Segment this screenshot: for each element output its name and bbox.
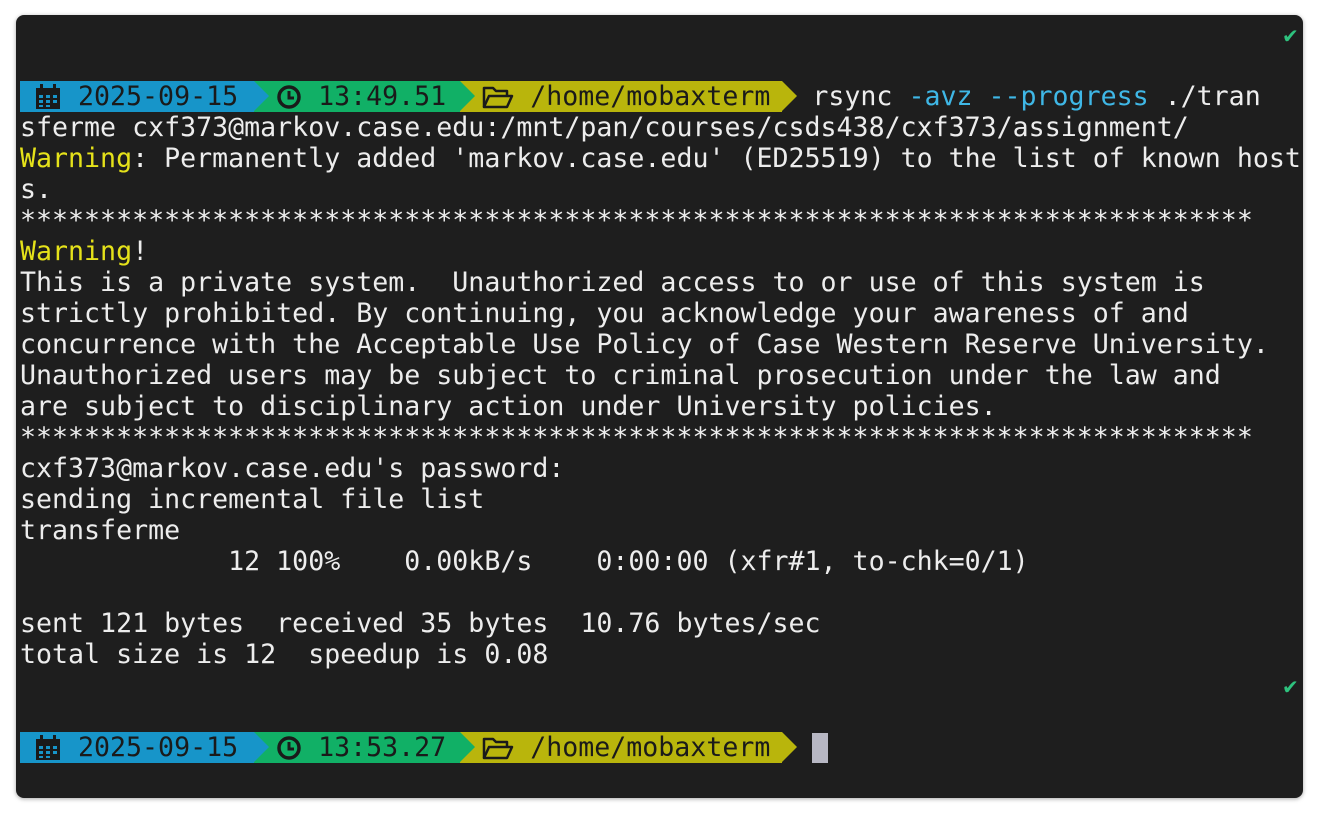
banner-line: strictly prohibited. By continuing, you … xyxy=(20,298,1189,329)
output-line: total size is 12 speedup is 0.08 xyxy=(20,639,549,670)
progress-line: 12 100% 0.00kB/s 0:00:00 (xfr#1, to-chk=… xyxy=(20,546,1029,577)
folder-open-icon xyxy=(482,735,514,761)
warning-text: : Permanently added 'markov.case.edu' (E… xyxy=(132,143,1301,174)
calendar-icon xyxy=(34,734,62,761)
warning-label: Warning xyxy=(20,143,133,174)
prompt-time: 13:49.51 xyxy=(318,81,447,112)
calendar-icon xyxy=(34,83,62,110)
command-flags: -avz --progress xyxy=(908,81,1149,112)
banner-warning-bang: ! xyxy=(132,236,149,267)
banner-line: Unauthorized users may be subject to cri… xyxy=(20,360,1221,391)
banner-line: concurrence with the Acceptable Use Poli… xyxy=(20,329,1269,360)
warning-line: Warning: Permanently added 'markov.case.… xyxy=(20,143,1301,174)
command-text: rsync -avz --progress ./tran xyxy=(812,81,1260,112)
clock-icon xyxy=(276,735,302,761)
text-cursor[interactable] xyxy=(812,732,829,763)
prompt-line: 2025-09-15 13:49.51 /home/mobaxterm rsyn… xyxy=(20,81,1261,112)
clock-icon xyxy=(276,84,302,110)
command-wrap-line: sferme cxf373@markov.case.edu:/mnt/pan/c… xyxy=(20,112,1189,143)
time-segment: 13:49.51 xyxy=(254,81,476,112)
time-segment: 13:53.27 xyxy=(254,732,476,763)
prompt-time: 13:53.27 xyxy=(318,732,447,763)
banner-border-bottom: ****************************************… xyxy=(20,422,1253,453)
password-prompt: cxf373@markov.case.edu's password: xyxy=(20,453,565,484)
warning-wrap-line: s. xyxy=(20,174,53,205)
prompt-path: /home/mobaxterm xyxy=(530,732,771,763)
banner-warning-line: Warning! xyxy=(20,236,148,267)
check-icon: ✔ xyxy=(1282,675,1299,699)
banner-line: This is a private system. Unauthorized a… xyxy=(20,267,1205,298)
folder-open-icon xyxy=(482,84,514,110)
prompt-date: 2025-09-15 xyxy=(78,81,239,112)
prompt-path: /home/mobaxterm xyxy=(530,81,771,112)
banner-border-top: ****************************************… xyxy=(20,205,1253,236)
banner-warning-label: Warning xyxy=(20,236,133,267)
prompt-date: 2025-09-15 xyxy=(78,732,239,763)
date-segment: 2025-09-15 xyxy=(20,732,270,763)
output-line: sent 121 bytes received 35 bytes 10.76 b… xyxy=(20,608,821,639)
path-segment: /home/mobaxterm xyxy=(460,81,798,112)
path-segment: /home/mobaxterm xyxy=(460,732,798,763)
banner-line: are subject to disciplinary action under… xyxy=(20,391,997,422)
command-args: ./tran xyxy=(1164,81,1261,112)
check-icon: ✔ xyxy=(1282,24,1299,48)
output-line: transferme xyxy=(20,515,181,546)
output-line: sending incremental file list xyxy=(20,484,485,515)
prompt-line[interactable]: 2025-09-15 13:53.27 /home/mobaxterm xyxy=(20,732,829,763)
command-name: rsync xyxy=(812,81,893,112)
terminal-window[interactable]: ✔ 2025-09-15 13:49.51 /home/mobaxterm rs… xyxy=(16,15,1303,798)
date-segment: 2025-09-15 xyxy=(20,81,270,112)
